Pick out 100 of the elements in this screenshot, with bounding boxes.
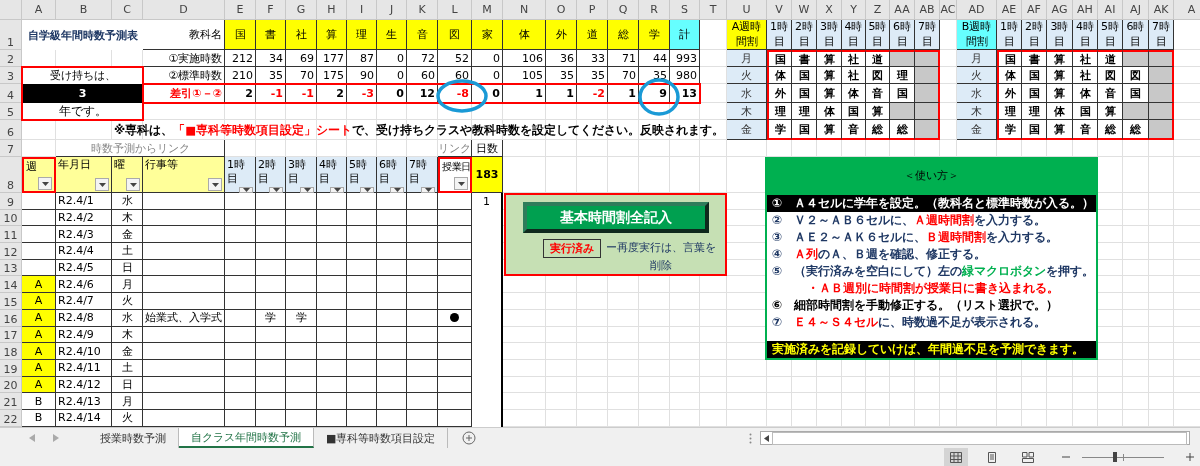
- column-header[interactable]: AK: [1149, 0, 1174, 20]
- column-header[interactable]: W: [792, 0, 817, 20]
- filter-dropdown[interactable]: [454, 177, 468, 190]
- column-header[interactable]: AD: [957, 0, 997, 20]
- timetable-cell[interactable]: 算: [1098, 103, 1123, 120]
- timetable-cell[interactable]: 学: [767, 120, 792, 140]
- row-header[interactable]: 15: [0, 293, 22, 310]
- timetable-cell[interactable]: 理: [792, 103, 817, 120]
- filter-dropdown[interactable]: [95, 178, 109, 191]
- column-header[interactable]: AG: [1047, 0, 1073, 20]
- timetable-cell[interactable]: 国: [1022, 120, 1047, 140]
- lesson-day-cell[interactable]: [438, 293, 472, 310]
- column-header[interactable]: A: [1174, 0, 1200, 20]
- row-header[interactable]: 5: [0, 103, 22, 120]
- column-header[interactable]: I: [347, 0, 377, 20]
- column-header[interactable]: K: [407, 0, 438, 20]
- column-header[interactable]: AH: [1073, 0, 1098, 20]
- timetable-cell[interactable]: 道: [1098, 50, 1123, 67]
- row-header[interactable]: 2: [0, 50, 22, 67]
- timetable-cell[interactable]: 外: [997, 84, 1022, 103]
- filter-dropdown[interactable]: [330, 186, 344, 193]
- timetable-cell[interactable]: 算: [866, 103, 890, 120]
- row-header[interactable]: 14: [0, 276, 22, 294]
- column-header[interactable]: O: [546, 0, 577, 20]
- column-header[interactable]: M: [472, 0, 503, 20]
- timetable-cell[interactable]: 算: [817, 67, 842, 84]
- column-header[interactable]: AF: [1022, 0, 1047, 20]
- add-sheet-icon[interactable]: [462, 431, 477, 445]
- timetable-cell[interactable]: 国: [842, 103, 866, 120]
- timetable-cell[interactable]: 国: [767, 50, 792, 67]
- timetable-cell[interactable]: 国: [792, 120, 817, 140]
- timetable-cell[interactable]: 算: [817, 50, 842, 67]
- timetable-cell[interactable]: 書: [1022, 50, 1047, 67]
- zoom-in-icon[interactable]: [1186, 453, 1194, 461]
- timetable-cell[interactable]: 総: [866, 120, 890, 140]
- lesson-day-cell[interactable]: [438, 226, 472, 244]
- column-header[interactable]: H: [317, 0, 347, 20]
- column-header[interactable]: S: [670, 0, 700, 20]
- filter-dropdown[interactable]: [269, 186, 283, 193]
- row-header[interactable]: 21: [0, 393, 22, 410]
- scroll-left-icon[interactable]: [764, 434, 769, 442]
- column-header[interactable]: D: [143, 0, 225, 20]
- lesson-day-cell[interactable]: [438, 343, 472, 360]
- timetable-cell[interactable]: 国: [997, 50, 1022, 67]
- column-header[interactable]: E: [225, 0, 256, 20]
- timetable-cell[interactable]: 体: [1047, 103, 1073, 120]
- timetable-cell[interactable]: 理: [767, 103, 792, 120]
- row-header[interactable]: 7: [0, 140, 22, 157]
- timetable-cell[interactable]: 道: [866, 50, 890, 67]
- timetable-cell[interactable]: 国: [792, 67, 817, 84]
- sheet-tab[interactable]: 自クラス年間時数予測: [179, 428, 314, 448]
- more-icon[interactable]: [749, 432, 752, 444]
- timetable-cell[interactable]: 音: [842, 120, 866, 140]
- timetable-cell[interactable]: 総: [890, 120, 915, 140]
- column-header[interactable]: V: [767, 0, 792, 20]
- column-header[interactable]: AI: [1098, 0, 1123, 20]
- timetable-cell[interactable]: 算: [1047, 67, 1073, 84]
- filter-dropdown[interactable]: [300, 186, 314, 193]
- normal-view-button[interactable]: [944, 448, 968, 466]
- filter-dropdown[interactable]: [239, 186, 253, 193]
- column-header[interactable]: X: [817, 0, 842, 20]
- column-header[interactable]: J: [377, 0, 407, 20]
- row-header[interactable]: 9: [0, 193, 22, 210]
- column-header[interactable]: U: [727, 0, 767, 20]
- filter-dropdown[interactable]: [208, 178, 222, 191]
- row-header[interactable]: 12: [0, 243, 22, 260]
- column-header[interactable]: Y: [842, 0, 866, 20]
- lesson-day-cell[interactable]: [438, 193, 472, 210]
- row-header[interactable]: 1: [0, 20, 22, 50]
- column-header[interactable]: Q: [608, 0, 639, 20]
- column-header[interactable]: C: [112, 0, 143, 20]
- filter-dropdown[interactable]: [38, 177, 52, 190]
- timetable-cell[interactable]: 音: [1073, 120, 1098, 140]
- column-header[interactable]: AE: [997, 0, 1022, 20]
- timetable-cell[interactable]: 総: [1123, 120, 1149, 140]
- timetable-cell[interactable]: 理: [997, 103, 1022, 120]
- column-header[interactable]: P: [577, 0, 608, 20]
- timetable-cell[interactable]: 総: [1098, 120, 1123, 140]
- column-header[interactable]: B: [56, 0, 112, 20]
- column-header[interactable]: A: [22, 0, 56, 20]
- lesson-day-cell[interactable]: [438, 393, 472, 410]
- timetable-cell[interactable]: 社: [1073, 67, 1098, 84]
- timetable-cell[interactable]: 音: [1098, 84, 1123, 103]
- lesson-day-cell[interactable]: [438, 243, 472, 260]
- timetable-cell[interactable]: 国: [1022, 67, 1047, 84]
- timetable-cell[interactable]: 社: [1073, 50, 1098, 67]
- timetable-cell[interactable]: 体: [842, 84, 866, 103]
- row-header[interactable]: 4: [0, 84, 22, 103]
- timetable-cell[interactable]: 社: [842, 67, 866, 84]
- timetable-cell[interactable]: 理: [890, 67, 915, 84]
- row-header[interactable]: 18: [0, 343, 22, 360]
- column-header[interactable]: G: [286, 0, 317, 20]
- row-header[interactable]: 3: [0, 67, 22, 84]
- zoom-slider[interactable]: [1082, 451, 1164, 463]
- timetable-cell[interactable]: 社: [842, 50, 866, 67]
- timetable-cell[interactable]: 算: [1047, 84, 1073, 103]
- timetable-cell[interactable]: 算: [817, 120, 842, 140]
- timetable-cell[interactable]: 図: [1098, 67, 1123, 84]
- timetable-cell[interactable]: 外: [767, 84, 792, 103]
- column-header[interactable]: T: [700, 0, 727, 20]
